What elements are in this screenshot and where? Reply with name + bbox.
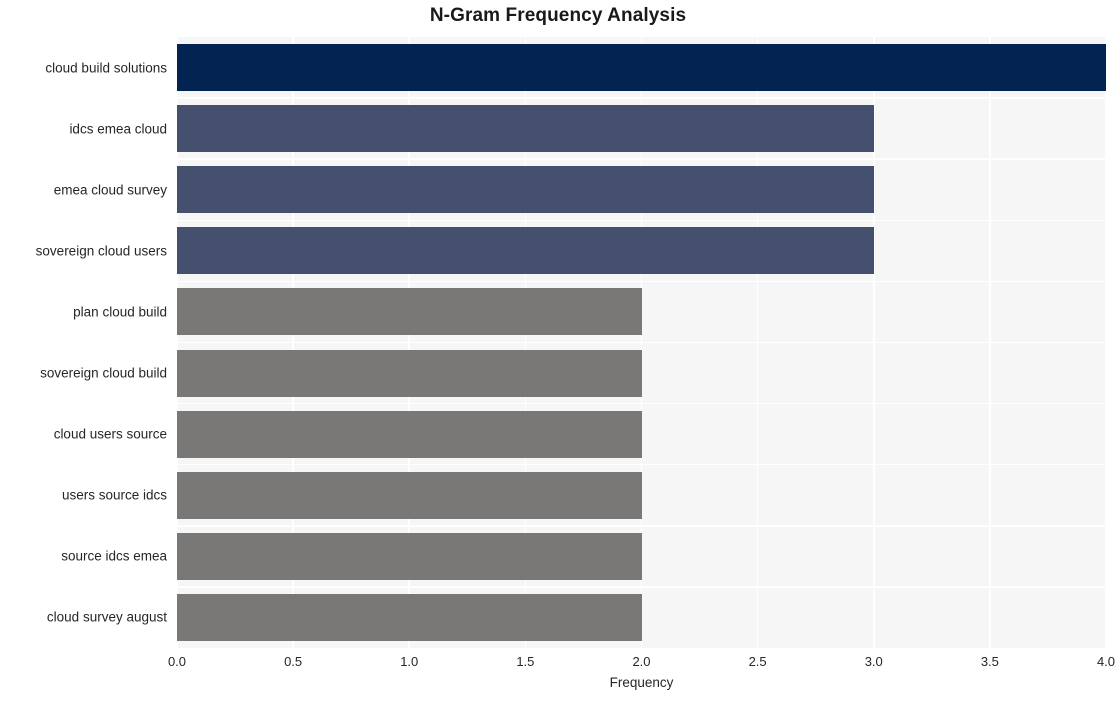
y-axis-tick-labels: cloud build solutions idcs emea cloud emea…: [0, 0, 1116, 701]
y-axis-tick-label: idcs emea cloud: [69, 121, 167, 137]
x-axis-tick-label: 2.0: [632, 654, 651, 669]
y-axis-tick-label: source idcs emea: [61, 548, 167, 564]
y-axis-tick-label: users source idcs: [61, 487, 167, 503]
x-axis-tick-label: 4.0: [1096, 654, 1116, 669]
x-axis-tick-label: 1.0: [400, 654, 419, 669]
y-axis-tick-label: sovereign cloud build: [40, 365, 167, 381]
x-axis-tick-label: 3.0: [864, 654, 883, 669]
y-axis-tick-label: plan cloud build: [73, 304, 167, 320]
chart-figure: N-Gram Frequency Analysis cloud build so…: [0, 0, 1116, 701]
x-axis-tick-label: 0.0: [167, 654, 187, 669]
x-axis-tick-label: 0.5: [284, 654, 303, 669]
y-axis-tick-label: sovereign cloud users: [35, 243, 167, 259]
x-axis-tick-label: 1.5: [516, 654, 535, 669]
y-axis-tick-label: cloud survey august: [46, 609, 167, 625]
x-axis-tick-label: 2.5: [748, 654, 767, 669]
x-axis-tick-label: 3.5: [980, 654, 999, 669]
x-axis-label: Frequency: [609, 675, 674, 690]
y-axis-tick-label: emea cloud survey: [53, 182, 167, 198]
y-axis-tick-label: cloud users source: [53, 426, 167, 442]
y-axis-tick-label: cloud build solutions: [45, 60, 167, 76]
